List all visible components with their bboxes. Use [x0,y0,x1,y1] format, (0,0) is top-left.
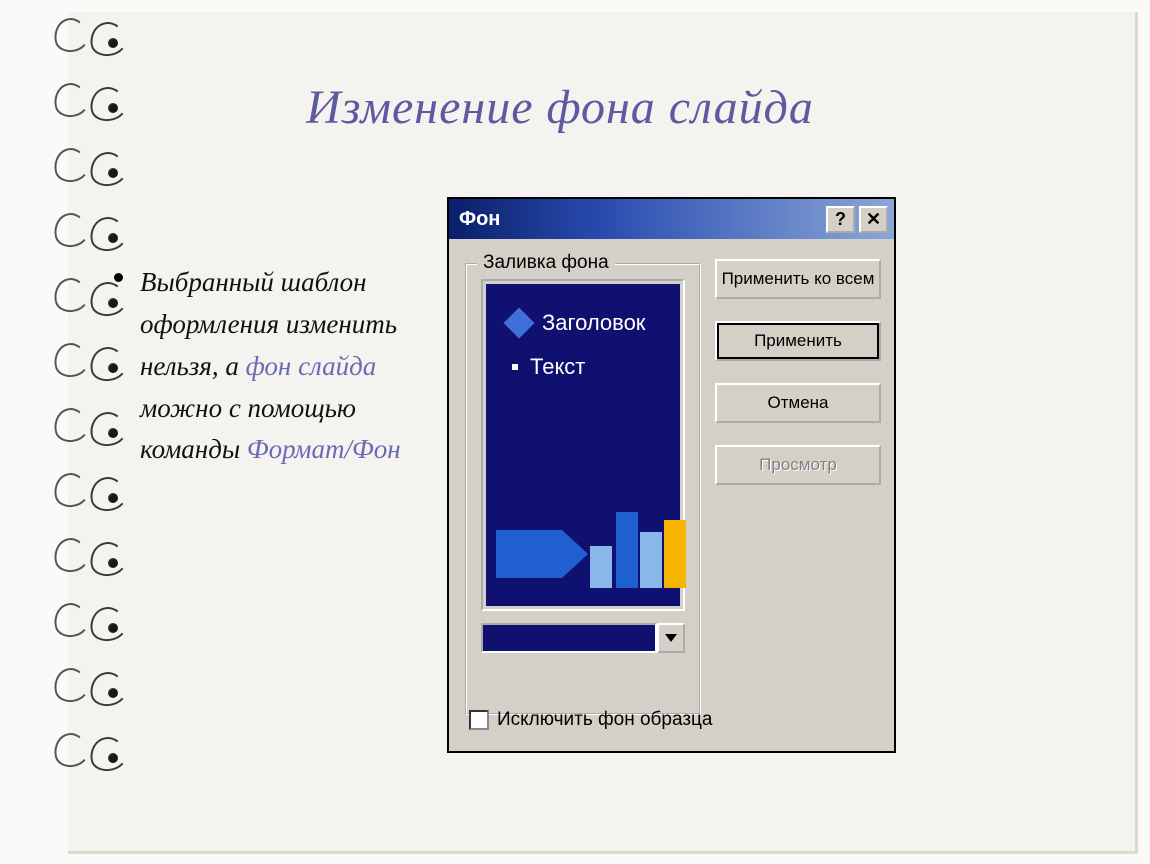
exclude-master-label: Исключить фон образца [497,709,713,731]
combo-dropdown-button[interactable] [657,623,685,653]
bullet-icon [114,273,123,282]
help-button[interactable]: ? [826,206,855,233]
preview-heading: Заголовок [542,310,645,336]
preview-slide: Заголовок Текст [486,284,680,606]
apply-all-label: Применить ко всем [722,269,875,289]
preview-button: Просмотр [715,445,881,485]
chart-bar-icon [664,520,686,588]
slide-title: Изменение фона слайда [0,80,1120,135]
apply-all-button[interactable]: Применить ко всем [715,259,881,299]
chart-bar-icon [616,512,638,588]
fill-groupbox: Заливка фона Заголовок Текст [465,263,701,715]
dialog-body: Заливка фона Заголовок Текст [449,239,894,751]
diamond-icon [503,307,534,338]
close-icon: ✕ [866,210,881,228]
fill-preview: Заголовок Текст [481,279,685,611]
chevron-down-icon [665,634,677,642]
body-accent1: фон слайда [246,351,377,381]
close-button[interactable]: ✕ [859,206,888,233]
dialog-titlebar[interactable]: Фон ? ✕ [449,199,894,239]
slide-body-text: Выбранный шаблон оформления изменить нел… [140,262,440,471]
help-icon: ? [835,210,846,228]
preview-bullet-icon [512,364,518,370]
background-dialog: Фон ? ✕ Заливка фона Заголовок Те [447,197,896,753]
fill-color-swatch [481,623,657,653]
apply-label: Применить [754,331,842,351]
exclude-master-checkbox[interactable] [469,710,489,730]
fill-color-combo[interactable] [481,623,685,653]
chart-bar-icon [640,532,662,588]
chart-bar-icon [590,546,612,588]
exclude-master-row[interactable]: Исключить фон образца [469,709,713,731]
cancel-button[interactable]: Отмена [715,383,881,423]
arrow-shape-icon [496,530,562,578]
slide-background: Изменение фона слайда Выбранный шаблон о… [0,0,1150,864]
groupbox-label: Заливка фона [477,252,615,274]
preview-label: Просмотр [759,455,837,475]
body-accent2: Формат/Фон [247,434,401,464]
preview-text: Текст [530,354,585,380]
dialog-title: Фон [459,208,500,231]
cancel-label: Отмена [768,393,829,413]
apply-button[interactable]: Применить [715,321,881,361]
